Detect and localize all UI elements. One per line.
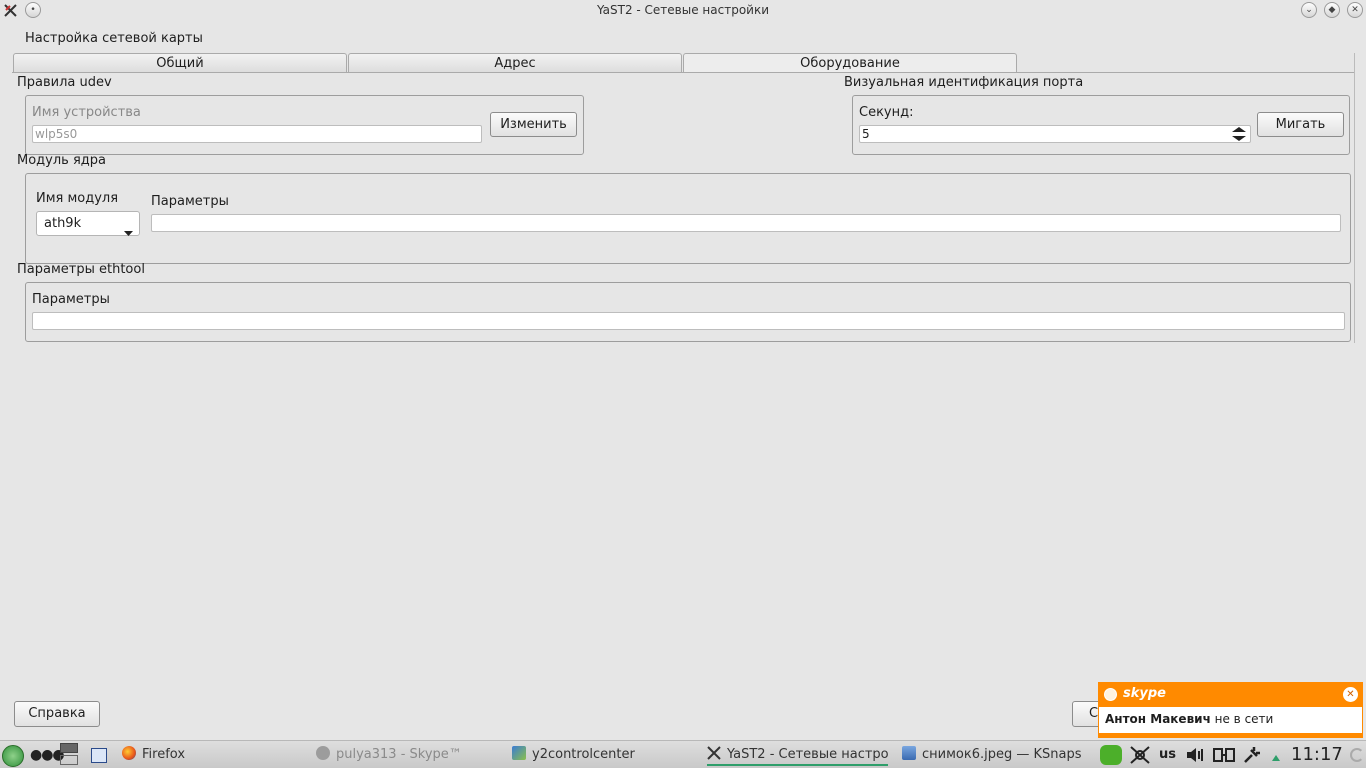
refresh-icon: [1350, 748, 1364, 762]
more-dots-icon[interactable]: ●●●: [30, 747, 65, 763]
tab-address-label: Адрес: [494, 56, 536, 71]
taskbar-item-y2controlcenter[interactable]: y2controlcenter: [512, 746, 635, 764]
skype-bottom-bar: [1099, 733, 1362, 737]
show-desktop-icon[interactable]: [91, 748, 107, 763]
help-button[interactable]: Справка: [14, 701, 100, 727]
tray-expand-icon[interactable]: [1272, 750, 1280, 765]
tab-divider: [12, 72, 1354, 73]
skype-contact-name: Антон Макевич: [1105, 712, 1211, 726]
udev-group-title: Правила udev: [17, 75, 112, 90]
module-name-value: ath9k: [44, 216, 82, 231]
device-name-label: Имя устройства: [32, 105, 141, 120]
tab-hardware-label: Оборудование: [800, 56, 900, 71]
minimize-icon[interactable]: ⌄: [1301, 2, 1317, 18]
taskbar-item-firefox[interactable]: Firefox: [122, 746, 185, 764]
clock[interactable]: 11:17: [1291, 744, 1343, 765]
close-icon[interactable]: ✕: [1347, 2, 1363, 18]
tab-general-label: Общий: [156, 56, 204, 71]
taskbar-item-label: снимок6.jpeg — KSnapsh: [922, 747, 1082, 762]
tab-hardware[interactable]: Оборудование: [683, 53, 1017, 73]
ethtool-group-title: Параметры ethtool: [17, 262, 145, 277]
seconds-value: 5: [862, 127, 870, 141]
change-button[interactable]: Изменить: [490, 112, 577, 137]
skype-close-icon[interactable]: ✕: [1343, 687, 1358, 702]
device-name-field: wlp5s0: [32, 125, 482, 143]
taskbar-item-ksnapshot[interactable]: снимок6.jpeg — KSnapsh: [902, 746, 1082, 764]
taskbar-item-label: pulya313 - Skype™: [336, 747, 462, 762]
module-name-label: Имя модуля: [36, 191, 119, 206]
tab-general[interactable]: Общий: [13, 53, 347, 73]
blink-button[interactable]: Мигать: [1257, 112, 1344, 137]
port-id-group-title: Визуальная идентификация порта: [844, 75, 1084, 90]
taskbar-item-skype[interactable]: pulya313 - Skype™: [316, 746, 462, 764]
taskbar-item-label: y2controlcenter: [532, 747, 635, 762]
skype-status-text: не в сети: [1214, 712, 1274, 726]
firefox-icon: [122, 746, 136, 760]
skype-notification[interactable]: skype ✕ Антон Макевич не в сети: [1098, 682, 1363, 738]
skype-logo-text: skype: [1123, 686, 1166, 701]
module-name-select[interactable]: ath9k: [36, 211, 140, 236]
kernel-params-input[interactable]: [151, 214, 1341, 232]
seconds-label: Секунд:: [859, 105, 914, 120]
taskbar-item-label: Firefox: [142, 747, 186, 762]
skype-logo-icon: [1104, 688, 1117, 701]
window-title: YaST2 - Сетевые настройки: [596, 3, 770, 17]
plug-icon[interactable]: [1242, 745, 1262, 765]
scroll-edge: [1354, 53, 1355, 343]
taskbar-item-label: YaST2 - Сетевые настро: [727, 747, 888, 762]
ok-button-label: С: [1089, 706, 1099, 721]
keyboard-layout[interactable]: us: [1159, 747, 1176, 762]
window-titlebar: • YaST2 - Сетевые настройки ⌄ ◆ ✕: [0, 0, 1366, 22]
ethtool-params-input[interactable]: [32, 312, 1345, 330]
taskbar-item-yast[interactable]: YaST2 - Сетевые настро: [707, 746, 888, 766]
skype-tray-icon[interactable]: [1100, 745, 1122, 765]
skype-icon: [316, 746, 330, 760]
image-icon: [902, 746, 916, 760]
maximize-icon[interactable]: ◆: [1324, 2, 1340, 18]
volume-icon[interactable]: [1185, 745, 1205, 765]
network-manager-icon[interactable]: [1129, 745, 1151, 765]
ethtool-params-label: Параметры: [32, 292, 110, 307]
skype-message: Антон Макевич не в сети: [1105, 712, 1273, 726]
battery-icon[interactable]: [1212, 745, 1236, 765]
kernel-group-title: Модуль ядра: [17, 153, 106, 168]
page-title: Настройка сетевой карты: [25, 31, 203, 46]
spin-arrows-icon[interactable]: [1230, 126, 1248, 142]
pager-icon[interactable]: [60, 743, 78, 767]
start-menu-icon[interactable]: [2, 745, 24, 767]
control-center-icon: [512, 746, 526, 760]
yast-icon: [707, 746, 721, 760]
tab-address[interactable]: Адрес: [348, 53, 682, 73]
kernel-params-label: Параметры: [151, 194, 229, 209]
chevron-down-icon: [124, 221, 133, 244]
seconds-spinbox[interactable]: 5: [859, 125, 1251, 143]
skype-notification-header: skype ✕: [1099, 683, 1362, 707]
